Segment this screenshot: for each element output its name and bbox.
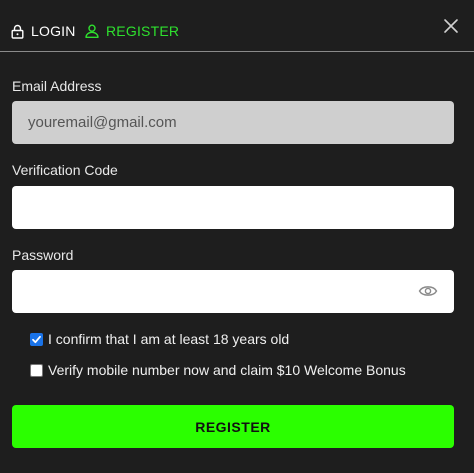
tab-login-label: LOGIN (31, 23, 76, 39)
auth-tabs: LOGIN REGISTER (0, 0, 474, 52)
mobile-verify-label: Verify mobile number now and claim $10 W… (48, 362, 406, 378)
password-label: Password (12, 247, 74, 263)
tab-login[interactable]: LOGIN (11, 22, 76, 40)
user-icon (85, 24, 106, 38)
register-modal: LOGIN REGISTER Email Address Verificatio… (0, 0, 474, 473)
email-field[interactable] (12, 101, 454, 144)
verification-code-label: Verification Code (12, 162, 118, 178)
mobile-verify-checkbox[interactable] (30, 363, 43, 377)
tab-register[interactable]: REGISTER (85, 22, 179, 40)
password-field[interactable] (12, 270, 454, 313)
email-label: Email Address (12, 78, 102, 94)
close-icon[interactable] (440, 15, 462, 37)
age-confirm-label: I confirm that I am at least 18 years ol… (48, 331, 290, 347)
tab-register-label: REGISTER (106, 23, 180, 39)
verification-code-field[interactable] (12, 186, 454, 229)
mobile-verify-row: Verify mobile number now and claim $10 W… (30, 362, 406, 378)
age-confirm-checkbox[interactable] (30, 332, 43, 346)
eye-icon[interactable] (418, 282, 438, 300)
age-confirm-row: I confirm that I am at least 18 years ol… (30, 331, 289, 347)
register-button[interactable]: REGISTER (12, 405, 454, 448)
lock-icon (11, 24, 31, 39)
